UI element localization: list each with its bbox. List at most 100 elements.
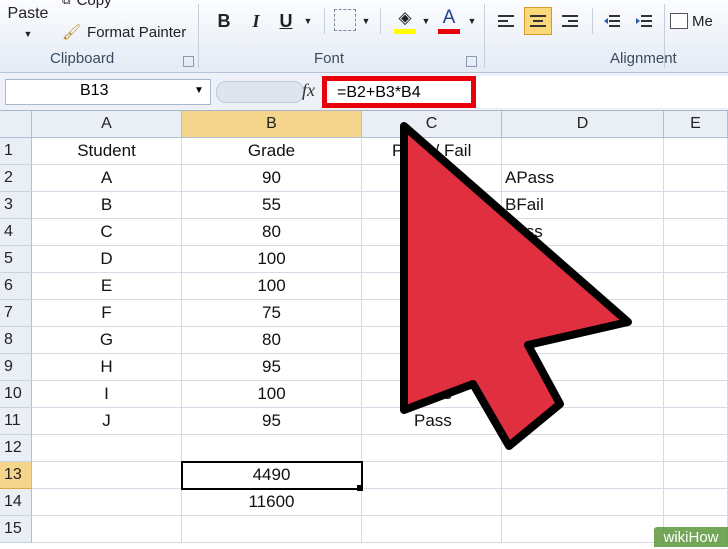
cell-e3[interactable]: [664, 192, 728, 219]
cell-e11[interactable]: [664, 408, 728, 435]
cell-d7[interactable]: [502, 300, 664, 327]
align-right-button[interactable]: [558, 8, 582, 34]
select-all-corner[interactable]: [0, 111, 32, 138]
cell-a7[interactable]: F: [32, 300, 182, 327]
row-header[interactable]: 11: [0, 408, 32, 435]
chevron-down-icon[interactable]: ▼: [194, 85, 204, 96]
row-header[interactable]: 10: [0, 381, 32, 408]
column-header-c[interactable]: C: [362, 111, 502, 138]
cell-d6[interactable]: [502, 273, 664, 300]
cell-a12[interactable]: [32, 435, 182, 462]
cell-d9[interactable]: Pass: [502, 354, 664, 381]
cell-e8[interactable]: [664, 327, 728, 354]
column-header-e[interactable]: E: [664, 111, 728, 138]
cell-a10[interactable]: I: [32, 381, 182, 408]
cell-b7[interactable]: 75: [182, 300, 362, 327]
cell-c2[interactable]: [362, 165, 502, 192]
column-header-b[interactable]: B: [182, 111, 362, 138]
cell-d5[interactable]: [502, 246, 664, 273]
cell-d11[interactable]: 1: [502, 408, 664, 435]
cell-d12[interactable]: [502, 435, 664, 462]
cell-e10[interactable]: [664, 381, 728, 408]
cell-d13[interactable]: [502, 462, 664, 489]
align-left-button[interactable]: [494, 8, 518, 34]
cell-c1[interactable]: Pass / Fail: [362, 138, 502, 165]
cell-e4[interactable]: [664, 219, 728, 246]
fill-handle[interactable]: [357, 485, 363, 491]
copy-button[interactable]: ⧉ Copy: [62, 0, 142, 10]
cell-c11[interactable]: Pass: [362, 408, 502, 435]
cell-d10[interactable]: [502, 381, 664, 408]
cell-b2[interactable]: 90: [182, 165, 362, 192]
cell-a15[interactable]: [32, 516, 182, 543]
cell-a13[interactable]: [32, 462, 182, 489]
cell-c10[interactable]: Pass: [362, 381, 502, 408]
cell-e9[interactable]: [664, 354, 728, 381]
cell-e7[interactable]: [664, 300, 728, 327]
cell-a3[interactable]: B: [32, 192, 182, 219]
cell-d14[interactable]: [502, 489, 664, 516]
cell-b15[interactable]: [182, 516, 362, 543]
cell-d15[interactable]: [502, 516, 664, 543]
cell-d8[interactable]: Pass: [502, 327, 664, 354]
cell-e6[interactable]: [664, 273, 728, 300]
cell-e5[interactable]: [664, 246, 728, 273]
cell-e13[interactable]: [664, 462, 728, 489]
row-header[interactable]: 6: [0, 273, 32, 300]
paste-button[interactable]: Paste ▼: [4, 2, 52, 42]
underline-dropdown-icon[interactable]: ▼: [302, 14, 314, 28]
merge-center-button[interactable]: Me: [670, 8, 728, 34]
row-header[interactable]: 2: [0, 165, 32, 192]
cell-c4[interactable]: [362, 219, 502, 246]
cell-d4[interactable]: Pass: [502, 219, 664, 246]
font-color-dropdown-icon[interactable]: ▼: [466, 14, 478, 28]
row-header[interactable]: 7: [0, 300, 32, 327]
cell-b14[interactable]: 11600: [182, 489, 362, 516]
name-box[interactable]: B13 ▼: [5, 79, 211, 105]
row-header[interactable]: 9: [0, 354, 32, 381]
cell-c12[interactable]: [362, 435, 502, 462]
row-header[interactable]: 8: [0, 327, 32, 354]
cell-a6[interactable]: E: [32, 273, 182, 300]
cell-b5[interactable]: 100: [182, 246, 362, 273]
align-center-button[interactable]: [524, 7, 552, 35]
cell-c14[interactable]: [362, 489, 502, 516]
row-header[interactable]: 4: [0, 219, 32, 246]
row-header[interactable]: 14: [0, 489, 32, 516]
row-header[interactable]: 12: [0, 435, 32, 462]
font-launcher-icon[interactable]: [466, 56, 477, 67]
cell-e12[interactable]: [664, 435, 728, 462]
cell-b6[interactable]: 100: [182, 273, 362, 300]
cell-a2[interactable]: A: [32, 165, 182, 192]
clipboard-launcher-icon[interactable]: [183, 56, 194, 67]
cell-c8[interactable]: [362, 327, 502, 354]
cell-d2[interactable]: APass: [502, 165, 664, 192]
cell-c13[interactable]: [362, 462, 502, 489]
borders-dropdown-icon[interactable]: ▼: [360, 14, 372, 28]
borders-button[interactable]: [334, 9, 356, 31]
cell-a8[interactable]: G: [32, 327, 182, 354]
cell-a5[interactable]: D: [32, 246, 182, 273]
cell-a9[interactable]: H: [32, 354, 182, 381]
cell-b1[interactable]: Grade: [182, 138, 362, 165]
underline-button[interactable]: U: [274, 8, 298, 34]
cell-c15[interactable]: [362, 516, 502, 543]
fill-color-dropdown-icon[interactable]: ▼: [420, 14, 432, 28]
column-header-d[interactable]: D: [502, 111, 664, 138]
bold-button[interactable]: B: [212, 8, 236, 34]
row-header[interactable]: 5: [0, 246, 32, 273]
cell-d1[interactable]: [502, 138, 664, 165]
font-color-button[interactable]: A: [436, 6, 462, 36]
row-header[interactable]: 3: [0, 192, 32, 219]
cell-b8[interactable]: 80: [182, 327, 362, 354]
cell-c5[interactable]: [362, 246, 502, 273]
cell-e14[interactable]: [664, 489, 728, 516]
fx-icon[interactable]: fx: [302, 80, 315, 101]
cell-e2[interactable]: [664, 165, 728, 192]
cell-e1[interactable]: [664, 138, 728, 165]
row-header[interactable]: 1: [0, 138, 32, 165]
cell-b13[interactable]: 4490: [182, 462, 362, 489]
format-painter-button[interactable]: 🖌 Format Painter: [62, 20, 196, 44]
cell-a11[interactable]: J: [32, 408, 182, 435]
cell-c3[interactable]: [362, 192, 502, 219]
